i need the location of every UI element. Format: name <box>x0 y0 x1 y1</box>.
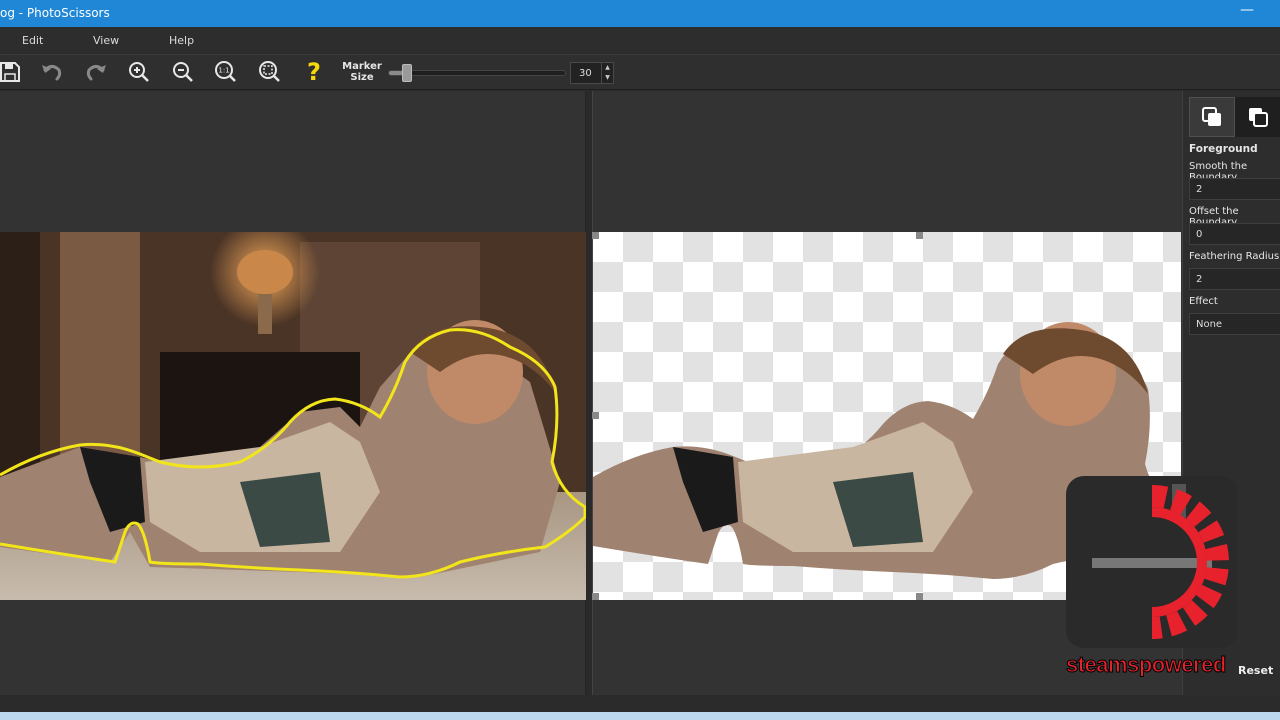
effect-select[interactable]: None <box>1189 313 1280 335</box>
feather-field[interactable]: 2 <box>1189 268 1280 290</box>
gear-icon <box>1092 484 1229 639</box>
crop-handle[interactable] <box>592 412 599 419</box>
smooth-field[interactable]: 2 <box>1189 178 1280 200</box>
crop-handle[interactable] <box>592 593 599 600</box>
zoom-out-icon <box>173 62 193 82</box>
crop-handle[interactable] <box>592 232 599 239</box>
undo-button[interactable] <box>38 58 66 86</box>
marker-size-slider[interactable] <box>388 64 566 82</box>
background-tab-icon <box>1249 108 1268 127</box>
marker-size-input[interactable]: 30 ▲ ▼ <box>570 62 614 84</box>
zoom-in-icon <box>129 62 149 82</box>
actual-size-text: 1:1 <box>218 67 229 75</box>
background-tab[interactable] <box>1235 97 1280 137</box>
save-button[interactable] <box>0 58 24 86</box>
status-bar <box>0 712 1280 720</box>
foreground-tab-icon <box>1202 107 1221 126</box>
actual-size-icon: 1:1 <box>215 61 236 82</box>
offset-value: 0 <box>1196 229 1203 240</box>
actual-size-button[interactable]: 1:1 <box>212 58 240 86</box>
menu-edit[interactable]: Edit <box>22 34 43 47</box>
title-bar: og - PhotoScissors — <box>0 0 1280 27</box>
foreground-tab[interactable] <box>1189 97 1235 137</box>
effect-label: Effect <box>1189 296 1218 307</box>
crop-handle[interactable] <box>916 232 923 239</box>
source-photo-drawing <box>0 232 586 600</box>
zoom-in-button[interactable] <box>125 58 153 86</box>
save-icon <box>0 62 20 82</box>
help-button[interactable]: ? <box>300 58 328 86</box>
smooth-value: 2 <box>1196 184 1203 195</box>
redo-icon <box>86 65 106 81</box>
zoom-out-button[interactable] <box>169 58 197 86</box>
toolbar: 1:1 ? Marker Size 30 ▲ ▼ <box>0 55 1280 90</box>
fit-window-button[interactable] <box>256 58 284 86</box>
reset-button[interactable]: Reset <box>1238 664 1273 677</box>
effect-value: None <box>1196 319 1223 330</box>
minimize-button[interactable]: — <box>1240 2 1254 18</box>
undo-icon <box>42 65 62 81</box>
marker-size-label-line1: Marker <box>342 61 382 72</box>
feather-value: 2 <box>1196 274 1203 285</box>
fit-window-icon <box>259 61 280 82</box>
help-icon: ? <box>307 58 321 86</box>
marker-size-spinner[interactable]: ▲ ▼ <box>601 63 613 83</box>
marker-size-label-line2: Size <box>350 72 374 83</box>
menu-view[interactable]: View <box>93 34 119 47</box>
crop-handle[interactable] <box>916 593 923 600</box>
redo-button[interactable] <box>82 58 110 86</box>
offset-field[interactable]: 0 <box>1189 223 1280 245</box>
feather-label: Feathering Radius <box>1189 251 1280 262</box>
watermark-logo <box>1066 476 1238 648</box>
side-panel-tabs <box>1189 97 1280 137</box>
marker-size-label: Marker Size <box>340 61 384 83</box>
watermark-text: steamspowered <box>1066 652 1227 678</box>
marker-size-value: 30 <box>579 68 592 79</box>
marker-size-slider-thumb[interactable] <box>401 64 412 82</box>
section-title: Foreground <box>1189 143 1258 155</box>
menu-help[interactable]: Help <box>169 34 194 47</box>
menu-bar: Edit View Help <box>0 27 1280 55</box>
source-photo[interactable] <box>0 232 586 600</box>
window-title: og - PhotoScissors <box>0 6 110 20</box>
